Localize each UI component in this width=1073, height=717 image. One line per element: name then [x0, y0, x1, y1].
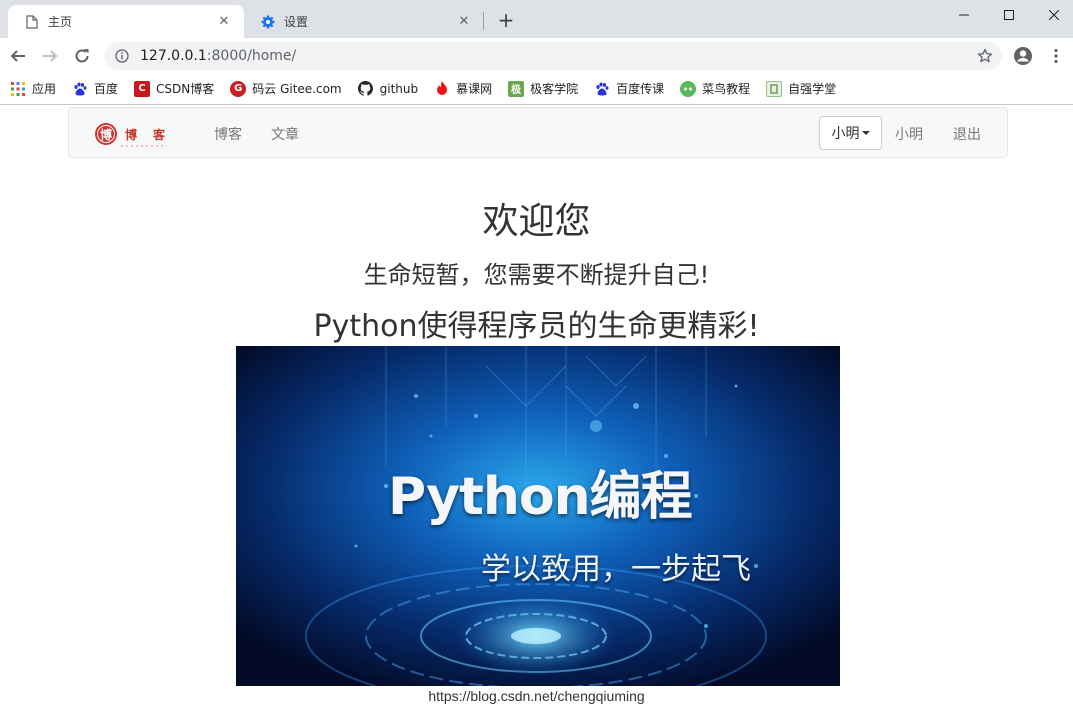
bookmark-label: 百度传课: [616, 82, 665, 96]
gear-icon: [260, 14, 276, 30]
tab-title: 设置: [284, 15, 309, 29]
python-banner-image: Python编程 学以致用，一步起飞: [236, 346, 840, 686]
reload-icon[interactable]: [68, 42, 96, 70]
nav-link-article[interactable]: 文章: [271, 124, 299, 144]
bookmark-star-icon[interactable]: [976, 47, 994, 65]
svg-text:客: 客: [152, 127, 166, 142]
bookmark-baidu[interactable]: 百度: [72, 80, 118, 97]
jikexueyuan-icon: 极: [508, 80, 525, 97]
browser-tabstrip: 主页 ✕ 设置 ✕ +: [0, 0, 1073, 38]
user-dropdown-button[interactable]: 小明: [819, 116, 882, 150]
bookmarks-bar: 应用 百度 C CSDN博客 G 码云 Gitee.com github 慕课网 极…: [0, 76, 1073, 101]
baidu-paw-icon: [72, 81, 88, 97]
svg-text:博: 博: [100, 127, 112, 142]
bookmark-apps[interactable]: 应用: [10, 80, 56, 97]
tab-settings[interactable]: 设置 ✕: [244, 5, 484, 38]
apps-grid-icon: [10, 81, 26, 97]
bookmark-label: github: [379, 81, 419, 96]
forward-arrow-icon[interactable]: [36, 42, 64, 70]
github-icon: [358, 81, 374, 97]
address-bar[interactable]: 127.0.0.1:8000/home/: [104, 42, 1002, 70]
bookmark-jikexueyuan[interactable]: 极极客学院: [508, 80, 578, 97]
bookmark-github[interactable]: github: [358, 81, 418, 97]
bookmark-baidu-chuanke[interactable]: 百度传课: [594, 80, 664, 97]
motto-text: 生命短暂，您需要不断提升自己!: [363, 261, 710, 289]
tab-home[interactable]: 主页 ✕: [8, 5, 244, 38]
minimize-icon[interactable]: [941, 0, 987, 30]
bookmark-gitee[interactable]: G 码云 Gitee.com: [230, 80, 342, 97]
site-navbar: 博 博 客 博客 文章 小明 小明 退出: [68, 107, 1008, 158]
blog-logo[interactable]: 博 博 客: [95, 119, 169, 151]
new-tab-plus-icon[interactable]: +: [495, 10, 517, 32]
python-tagline: Python使得程序员的生命更精彩!: [313, 309, 760, 344]
chrome-separator: [0, 104, 1073, 105]
url-path: :8000/home/: [206, 48, 297, 64]
kebab-menu-icon[interactable]: [1048, 45, 1064, 67]
banner-subtitle: 学以致用，一步起飞: [481, 552, 751, 587]
page-icon: [24, 14, 40, 30]
baidu-paw-icon: [594, 81, 610, 97]
bookmark-imooc[interactable]: 慕课网: [434, 80, 492, 97]
nav-link-logout[interactable]: 退出: [953, 124, 981, 144]
imooc-flame-icon: [434, 81, 450, 97]
bookmark-label: 自强学堂: [788, 82, 837, 96]
bookmark-label: 菜鸟教程: [702, 82, 751, 96]
bookmark-runoob[interactable]: 菜鸟教程: [680, 80, 750, 97]
back-arrow-icon[interactable]: [4, 42, 32, 70]
user-dropdown-label: 小明: [831, 126, 860, 142]
url-host: 127.0.0.1: [140, 48, 207, 64]
bookmark-label: 百度: [94, 82, 119, 96]
nav-link-blog[interactable]: 博客: [214, 124, 242, 144]
bookmark-label: 码云 Gitee.com: [252, 82, 342, 96]
close-icon[interactable]: ✕: [456, 14, 472, 30]
tab-title: 主页: [48, 15, 73, 29]
close-icon[interactable]: ✕: [216, 14, 232, 30]
welcome-heading: 欢迎您: [482, 201, 591, 242]
tab-divider: [483, 12, 484, 30]
profile-avatar-icon[interactable]: [1012, 45, 1034, 67]
caret-down-icon: [861, 131, 870, 135]
info-icon[interactable]: [114, 48, 130, 64]
image-caption: https://blog.csdn.net/chengqiuming: [428, 688, 645, 704]
ziqiang-icon: [766, 80, 783, 97]
bookmark-label: 慕课网: [456, 82, 493, 96]
svg-text:博: 博: [125, 127, 137, 142]
window-close-icon[interactable]: [1031, 0, 1073, 30]
bookmark-label: 极客学院: [530, 82, 579, 96]
csdn-icon: C: [134, 80, 151, 97]
bookmark-ziqiang[interactable]: 自强学堂: [766, 80, 836, 97]
runoob-icon: [680, 80, 697, 97]
nav-link-user[interactable]: 小明: [895, 124, 923, 144]
maximize-icon[interactable]: [986, 0, 1032, 30]
gitee-icon: G: [230, 80, 247, 97]
bookmark-csdn[interactable]: C CSDN博客: [134, 80, 214, 97]
bookmark-label: 应用: [32, 82, 57, 96]
bookmark-label: CSDN博客: [156, 82, 215, 96]
banner-title: Python编程: [388, 467, 693, 527]
